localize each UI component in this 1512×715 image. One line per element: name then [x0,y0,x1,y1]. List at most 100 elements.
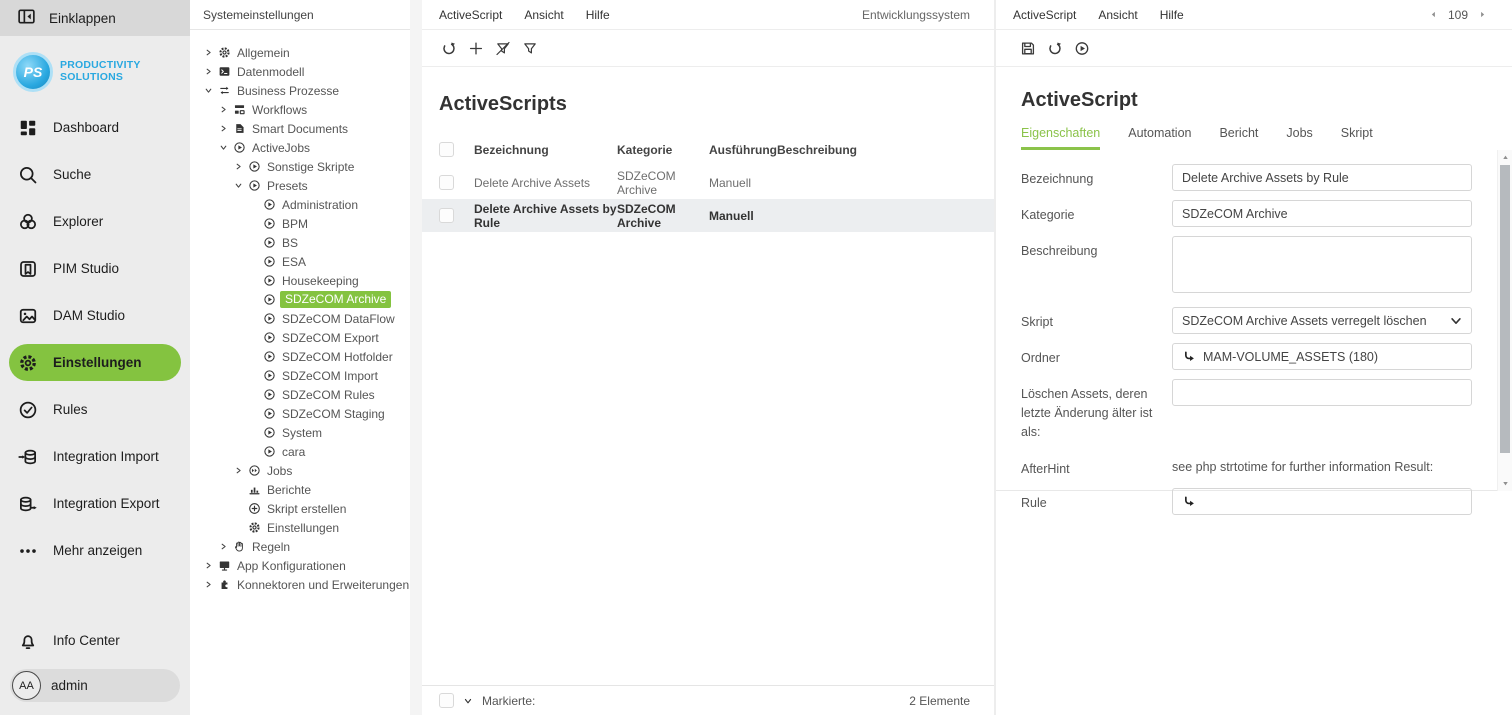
sidebar-item-dashboard[interactable]: Dashboard [0,104,190,151]
loeschen-input[interactable] [1172,379,1472,406]
marked-dropdown-button[interactable] [462,695,474,707]
tree-expander[interactable] [203,66,218,77]
tab-bericht[interactable]: Bericht [1219,126,1258,150]
chevron-right-icon[interactable] [203,560,214,571]
tree-expander[interactable] [203,560,218,571]
ordner-field[interactable]: MAM-VOLUME_ASSETS (180) [1172,343,1472,370]
tree-item-bs[interactable]: BS [190,233,410,252]
tree-item-allgemein[interactable]: Allgemein [190,43,410,62]
menu-ansicht[interactable]: Ansicht [524,8,563,22]
menu-hilfe[interactable]: Hilfe [586,8,610,22]
scrollbar-thumb[interactable] [1500,165,1510,453]
prev-record-button[interactable] [1428,9,1439,20]
tree-item-administration[interactable]: Administration [190,195,410,214]
tree-expander[interactable] [218,123,233,134]
table-row-delete-archive-assets[interactable]: Delete Archive AssetsSDZeCOM ArchiveManu… [422,166,994,199]
tree-expander[interactable] [233,465,248,476]
tab-jobs[interactable]: Jobs [1286,126,1312,150]
tree-item-sdzecom-staging[interactable]: SDZeCOM Staging [190,404,410,423]
play-circle-button[interactable] [1074,40,1090,56]
sidebar-collapse-button[interactable]: Einklappen [0,0,190,36]
tree-item-sdzecom-dataflow[interactable]: SDZeCOM DataFlow [190,309,410,328]
filter-clear-button[interactable] [495,40,511,56]
chevron-right-icon[interactable] [203,47,214,58]
chevron-right-icon[interactable] [203,579,214,590]
table-row-delete-archive-assets-by-rule[interactable]: Delete Archive Assets by RuleSDZeCOM Arc… [422,199,994,232]
tab-skript[interactable]: Skript [1341,126,1373,150]
tree-item-bpm[interactable]: BPM [190,214,410,233]
column-header-ausführung[interactable]: Ausführung [709,143,777,157]
tree-expander[interactable] [203,47,218,58]
chevron-down-icon[interactable] [233,180,244,191]
tree-item-app-konfigurationen[interactable]: App Konfigurationen [190,556,410,575]
tree-item-smart-documents[interactable]: Smart Documents [190,119,410,138]
tree-item-regeln[interactable]: Regeln [190,537,410,556]
beschreibung-textarea[interactable] [1172,236,1472,293]
save-button[interactable] [1020,40,1036,56]
tree-expander[interactable] [233,161,248,172]
refresh-button[interactable] [1047,40,1063,56]
tree-item-berichte[interactable]: Berichte [190,480,410,499]
kategorie-input[interactable] [1172,200,1472,227]
skript-select[interactable]: SDZeCOM Archive Assets verregelt löschen [1172,307,1472,334]
tree-item-presets[interactable]: Presets [190,176,410,195]
column-header-kategorie[interactable]: Kategorie [617,143,709,157]
tree-expander[interactable] [218,541,233,552]
sidebar-item-suche[interactable]: Suche [0,151,190,198]
chevron-right-icon[interactable] [203,66,214,77]
tree-item-sdzecom-import[interactable]: SDZeCOM Import [190,366,410,385]
scroll-down-button[interactable] [1498,477,1512,490]
sidebar-item-integration-import[interactable]: Integration Import [0,433,190,480]
tab-eigenschaften[interactable]: Eigenschaften [1021,126,1100,150]
refresh-button[interactable] [441,40,457,56]
row-checkbox[interactable] [439,208,454,223]
tree-item-einstellungen[interactable]: Einstellungen [190,518,410,537]
select-all-checkbox[interactable] [439,693,454,708]
tree-item-skript-erstellen[interactable]: Skript erstellen [190,499,410,518]
tab-automation[interactable]: Automation [1128,126,1191,150]
tree-item-cara[interactable]: cara [190,442,410,461]
sidebar-item-info-center[interactable]: Info Center [0,617,190,664]
bezeichnung-input[interactable] [1172,164,1472,191]
sidebar-item-explorer[interactable]: Explorer [0,198,190,245]
tree-item-business-prozesse[interactable]: Business Prozesse [190,81,410,100]
user-menu[interactable]: AA admin [10,669,180,702]
scroll-up-button[interactable] [1498,151,1512,164]
tree-item-sdzecom-hotfolder[interactable]: SDZeCOM Hotfolder [190,347,410,366]
tree-item-sonstige-skripte[interactable]: Sonstige Skripte [190,157,410,176]
tree-expander[interactable] [233,180,248,191]
tree-item-sdzecom-export[interactable]: SDZeCOM Export [190,328,410,347]
chevron-right-icon[interactable] [233,465,244,476]
column-header-bezeichnung[interactable]: Bezeichnung [474,143,617,157]
menu-activescript[interactable]: ActiveScript [439,8,502,22]
sidebar-item-pim-studio[interactable]: PIM Studio [0,245,190,292]
chevron-down-icon[interactable] [218,142,229,153]
chevron-right-icon[interactable] [218,104,229,115]
menu-activescript[interactable]: ActiveScript [1013,8,1076,22]
panel-divider[interactable] [410,0,422,715]
tree-item-activejobs[interactable]: ActiveJobs [190,138,410,157]
sidebar-item-integration-export[interactable]: Integration Export [0,480,190,527]
chevron-right-icon[interactable] [233,161,244,172]
sidebar-item-rules[interactable]: Rules [0,386,190,433]
column-header-beschreibung[interactable]: Beschreibung [777,143,994,157]
tree-item-esa[interactable]: ESA [190,252,410,271]
chevron-down-icon[interactable] [203,85,214,96]
tree-item-jobs[interactable]: Jobs [190,461,410,480]
tree-item-workflows[interactable]: Workflows [190,100,410,119]
tree-item-sdzecom-rules[interactable]: SDZeCOM Rules [190,385,410,404]
chevron-right-icon[interactable] [218,123,229,134]
tree-item-konnektoren-und-erweiterungen[interactable]: Konnektoren und Erweiterungen [190,575,410,594]
tree-expander[interactable] [203,579,218,590]
rule-field[interactable] [1172,488,1472,515]
tree-expander[interactable] [203,85,218,96]
menu-hilfe[interactable]: Hilfe [1160,8,1184,22]
sidebar-item-dam-studio[interactable]: DAM Studio [0,292,190,339]
chevron-right-icon[interactable] [218,541,229,552]
next-record-button[interactable] [1477,9,1488,20]
filter-button[interactable] [522,40,538,56]
sidebar-item-mehr-anzeigen[interactable]: Mehr anzeigen [0,527,190,574]
form-scrollbar[interactable] [1497,150,1512,491]
tree-expander[interactable] [218,104,233,115]
row-checkbox[interactable] [439,175,454,190]
